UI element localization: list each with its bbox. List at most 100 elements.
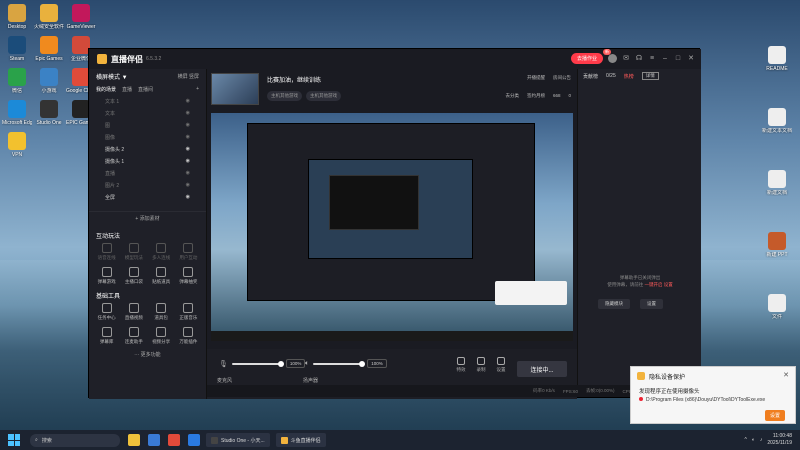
maximize-icon[interactable]: □ — [674, 55, 682, 63]
tool-button[interactable]: 主播口袋 — [120, 267, 147, 285]
connect-button[interactable]: 连接中... — [517, 361, 567, 377]
contribution-tab[interactable]: 贡献榜 — [583, 73, 598, 80]
category-tag-1[interactable]: 主机其他游戏 — [267, 91, 302, 101]
eye-icon[interactable]: ◉ — [186, 98, 190, 104]
tool-button[interactable]: 任务中心 — [93, 303, 120, 321]
tool-button[interactable]: 直播视频 — [120, 303, 147, 321]
tool-button[interactable]: 弹幕抽奖 — [175, 267, 202, 285]
tool-button[interactable]: 贴纸道具 — [148, 267, 175, 285]
search-box[interactable]: ⌕ 搜索 — [30, 433, 120, 447]
tool-button[interactable]: 弹幕游戏 — [93, 267, 120, 285]
tool-button[interactable]: 正版音乐 — [175, 303, 202, 321]
stream-title[interactable]: 比赛加油，继续训练 — [267, 75, 321, 84]
desktop-icon-left-2[interactable]: GameViewer — [66, 4, 96, 30]
tool-button[interactable]: 多人连线 — [148, 243, 175, 261]
tool-button[interactable]: 连麦助手 — [120, 327, 147, 345]
desktop-icon-right-3[interactable]: 新建 PPT — [762, 232, 792, 258]
add-source-button[interactable]: + 添加素材 — [89, 211, 206, 225]
eye-icon[interactable]: ◉ — [186, 194, 190, 200]
source-item[interactable]: 文本 ◉ — [89, 107, 206, 119]
eye-icon[interactable]: ◉ — [186, 122, 190, 128]
desktop-icon-left-9[interactable]: Microsoft Edge — [2, 100, 32, 126]
room-announcement[interactable]: 房间公告 — [553, 75, 571, 81]
hide-module-button[interactable]: 隐藏模块 — [598, 299, 630, 309]
mic-icon[interactable]: 🎙︎ — [219, 360, 228, 368]
tool-button[interactable]: 用户互动 — [175, 243, 202, 261]
taskbar-window-companion[interactable]: 斗鱼直播伴侣 — [275, 433, 326, 447]
settings-link[interactable]: 设置 — [664, 282, 673, 287]
tool-button[interactable]: 模型玩法 — [120, 243, 147, 261]
stream-preview[interactable] — [211, 113, 573, 341]
eye-icon[interactable]: ◉ — [186, 158, 190, 164]
volume-icon[interactable]: ♪ — [760, 437, 763, 443]
sparkle-icon[interactable] — [128, 434, 140, 446]
eye-icon[interactable]: ◉ — [186, 170, 190, 176]
desktop-icon-left-7[interactable]: 小游戏 — [34, 68, 64, 94]
network-icon[interactable]: ◐ — [752, 437, 755, 443]
desktop-icon-left-6[interactable]: 微信 — [2, 68, 32, 94]
start-icon[interactable] — [8, 434, 20, 446]
tool-button[interactable]: 弹幕库 — [93, 327, 120, 345]
desktop-icon-left-3[interactable]: Steam — [2, 36, 32, 62]
scene-tab-2[interactable]: 直播间 — [138, 86, 153, 93]
source-item[interactable]: 文本 1 ◉ — [89, 95, 206, 107]
taskbar-window-studio-one[interactable]: Studio One - 小天... — [206, 433, 270, 447]
mic-slider[interactable] — [231, 360, 284, 367]
clock[interactable]: 11:00:48 2025/11/19 — [767, 433, 792, 447]
desktop-icon-left-4[interactable]: Epic Games — [34, 36, 64, 62]
enable-link[interactable]: 一键开启 — [645, 282, 663, 287]
more-functions-button[interactable]: ··· 更多功能 — [89, 351, 206, 358]
eye-icon[interactable]: ◉ — [186, 110, 190, 116]
desktop-icon-right-2[interactable]: 新建文档 — [762, 170, 792, 196]
live-reminder[interactable]: 开播提醒 — [527, 75, 545, 81]
app-icon-1[interactable] — [168, 434, 180, 446]
scene-tab-1[interactable]: 直播 — [122, 86, 132, 93]
minimize-icon[interactable]: – — [661, 55, 669, 63]
speaker-icon[interactable]: 🔈︎ — [305, 360, 309, 368]
headset-icon[interactable]: ☊ — [635, 55, 643, 63]
menu-icon[interactable]: ≡ — [648, 55, 656, 63]
message-icon[interactable]: ✉ — [622, 55, 630, 63]
eye-icon[interactable]: ◉ — [186, 146, 190, 152]
desktop-icon-left-0[interactable]: Desktop — [2, 4, 32, 30]
portrait-option[interactable]: 竖屏 — [189, 74, 199, 80]
avatar[interactable] — [608, 54, 617, 63]
mode-selector[interactable]: 横屏模式 ▼ 横屏 竖屏 — [89, 69, 206, 83]
desktop-icon-left-1[interactable]: 火绒安全软件 — [34, 4, 64, 30]
settings-button[interactable]: 设置 — [493, 357, 509, 373]
tool-button[interactable]: 语音连线 — [93, 243, 120, 261]
eye-icon[interactable]: ◉ — [186, 182, 190, 188]
desktop-icon-right-1[interactable]: 新建文本文档 — [762, 108, 792, 134]
tool-button[interactable]: 道具包 — [148, 303, 175, 321]
category-tag-2[interactable]: 主机其他游戏 — [306, 91, 341, 101]
title-bar[interactable]: 直播伴侣 6.5.3.2 去播作业 新 ✉ ☊ ≡ – □ ✕ — [89, 49, 701, 69]
source-item[interactable]: 摄像头 1 ◉ — [89, 155, 206, 167]
speaker-slider[interactable] — [313, 360, 366, 367]
source-item[interactable]: 图像 ◉ — [89, 131, 206, 143]
record-button[interactable]: 录制 — [473, 357, 489, 373]
desktop-icon-left-12[interactable]: VPN — [2, 132, 32, 158]
hot-rank-tab[interactable]: 热榜 — [624, 73, 634, 80]
source-item[interactable]: 图片 2 ◉ — [89, 179, 206, 191]
effects-button[interactable]: 特效 — [453, 357, 469, 373]
close-icon[interactable]: ✕ — [783, 371, 789, 379]
eye-icon[interactable]: ◉ — [186, 134, 190, 140]
chevron-up-icon[interactable]: ^ — [744, 437, 746, 443]
landscape-option[interactable]: 横屏 — [178, 74, 188, 80]
speaker-percent[interactable]: 100% — [367, 359, 387, 368]
stream-cover-thumbnail[interactable] — [211, 73, 259, 105]
add-scene-button[interactable]: + — [196, 86, 199, 92]
notification-settings-button[interactable]: 设置 — [764, 410, 785, 421]
desktop-icon-right-4[interactable]: 文件 — [762, 294, 792, 320]
desktop-icon-left-10[interactable]: Studio One — [34, 100, 64, 126]
tool-button[interactable]: 视频分享 — [148, 327, 175, 345]
source-item[interactable]: 图 ◉ — [89, 119, 206, 131]
source-item[interactable]: 全屏 ◉ — [89, 191, 206, 203]
source-item[interactable]: 摄像头 2 ◉ — [89, 143, 206, 155]
classify-tag[interactable]: 去分类 — [505, 93, 519, 99]
right-settings-button[interactable]: 设置 — [640, 299, 663, 309]
tool-button[interactable]: 万能插件 — [175, 327, 202, 345]
go-live-button[interactable]: 去播作业 新 — [570, 49, 611, 64]
desktop-icon-right-0[interactable]: README — [762, 46, 792, 72]
mic-percent[interactable]: 100% — [285, 359, 306, 368]
